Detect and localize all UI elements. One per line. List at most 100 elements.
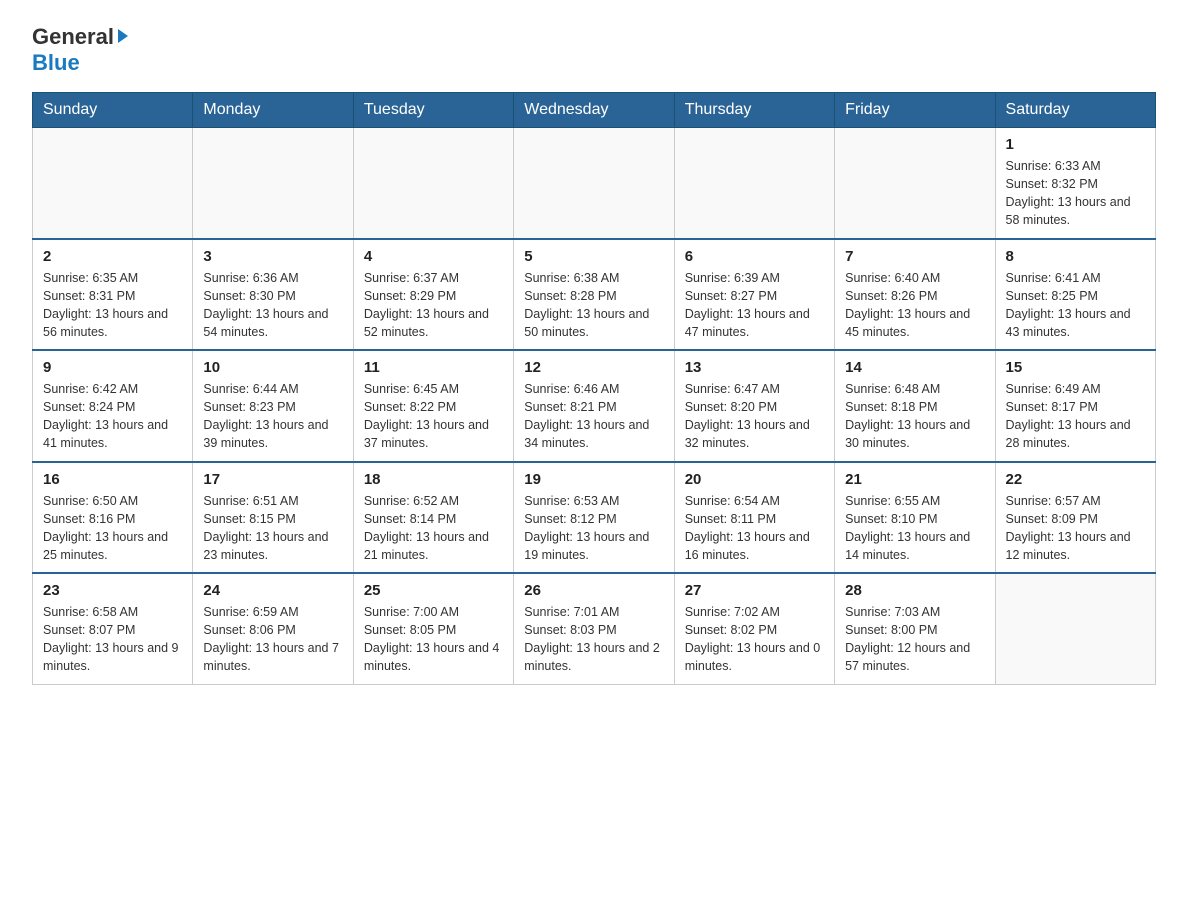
day-number: 7 xyxy=(845,248,984,265)
calendar-week-row: 1 Sunrise: 6:33 AMSunset: 8:32 PMDaylight… xyxy=(33,128,1156,239)
day-number: 26 xyxy=(524,582,663,599)
calendar-day-cell xyxy=(33,128,193,239)
day-info: Sunrise: 6:40 AMSunset: 8:26 PMDaylight:… xyxy=(845,269,984,342)
day-info: Sunrise: 6:59 AMSunset: 8:06 PMDaylight:… xyxy=(203,603,342,676)
calendar-day-cell: 25Sunrise: 7:00 AMSunset: 8:05 PMDayligh… xyxy=(353,573,513,684)
day-info: Sunrise: 6:57 AMSunset: 8:09 PMDaylight:… xyxy=(1006,492,1145,565)
logo-blue-text: Blue xyxy=(32,50,80,76)
calendar-day-cell: 26 Sunrise: 7:01 AMSunset: 8:03 PMDayligh… xyxy=(514,573,674,684)
day-info: Sunrise: 6:55 AMSunset: 8:10 PMDaylight:… xyxy=(845,492,984,565)
column-header-friday: Friday xyxy=(835,93,995,128)
calendar-day-cell: 10 Sunrise: 6:44 AMSunset: 8:23 PMDayligh… xyxy=(193,350,353,462)
calendar-day-cell: 19 Sunrise: 6:53 AMSunset: 8:12 PMDayligh… xyxy=(514,462,674,574)
day-info: Sunrise: 6:47 AMSunset: 8:20 PMDaylight:… xyxy=(685,380,824,453)
calendar-day-cell: 8 Sunrise: 6:41 AMSunset: 8:25 PMDaylight… xyxy=(995,239,1155,351)
day-info: Sunrise: 6:33 AMSunset: 8:32 PMDaylight:… xyxy=(1006,157,1145,230)
calendar-day-cell xyxy=(514,128,674,239)
day-info: Sunrise: 6:50 AMSunset: 8:16 PMDaylight:… xyxy=(43,492,182,565)
day-number: 3 xyxy=(203,248,342,265)
day-info: Sunrise: 6:42 AMSunset: 8:24 PMDaylight:… xyxy=(43,380,182,453)
calendar-day-cell: 24 Sunrise: 6:59 AMSunset: 8:06 PMDayligh… xyxy=(193,573,353,684)
column-header-wednesday: Wednesday xyxy=(514,93,674,128)
day-number: 19 xyxy=(524,471,663,488)
day-number: 23 xyxy=(43,582,182,599)
calendar-day-cell: 9Sunrise: 6:42 AMSunset: 8:24 PMDaylight… xyxy=(33,350,193,462)
calendar-day-cell xyxy=(353,128,513,239)
calendar-day-cell: 5 Sunrise: 6:38 AMSunset: 8:28 PMDaylight… xyxy=(514,239,674,351)
logo: General Blue xyxy=(32,24,128,76)
day-info: Sunrise: 7:03 AMSunset: 8:00 PMDaylight:… xyxy=(845,603,984,676)
day-info: Sunrise: 6:46 AMSunset: 8:21 PMDaylight:… xyxy=(524,380,663,453)
day-number: 18 xyxy=(364,471,503,488)
calendar-day-cell xyxy=(193,128,353,239)
day-number: 5 xyxy=(524,248,663,265)
day-info: Sunrise: 6:39 AMSunset: 8:27 PMDaylight:… xyxy=(685,269,824,342)
day-number: 11 xyxy=(364,359,503,376)
day-info: Sunrise: 6:38 AMSunset: 8:28 PMDaylight:… xyxy=(524,269,663,342)
day-info: Sunrise: 6:37 AMSunset: 8:29 PMDaylight:… xyxy=(364,269,503,342)
calendar-day-cell: 6 Sunrise: 6:39 AMSunset: 8:27 PMDaylight… xyxy=(674,239,834,351)
day-number: 24 xyxy=(203,582,342,599)
calendar-day-cell: 17 Sunrise: 6:51 AMSunset: 8:15 PMDayligh… xyxy=(193,462,353,574)
logo-general: General xyxy=(32,24,128,50)
day-info: Sunrise: 6:45 AMSunset: 8:22 PMDaylight:… xyxy=(364,380,503,453)
logo-arrow-icon xyxy=(118,29,128,43)
day-number: 15 xyxy=(1006,359,1145,376)
column-header-saturday: Saturday xyxy=(995,93,1155,128)
column-header-tuesday: Tuesday xyxy=(353,93,513,128)
day-number: 2 xyxy=(43,248,182,265)
calendar-day-cell: 23Sunrise: 6:58 AMSunset: 8:07 PMDayligh… xyxy=(33,573,193,684)
day-number: 16 xyxy=(43,471,182,488)
column-header-monday: Monday xyxy=(193,93,353,128)
day-number: 6 xyxy=(685,248,824,265)
calendar-day-cell xyxy=(995,573,1155,684)
day-number: 12 xyxy=(524,359,663,376)
calendar-day-cell: 18 Sunrise: 6:52 AMSunset: 8:14 PMDayligh… xyxy=(353,462,513,574)
day-number: 17 xyxy=(203,471,342,488)
calendar-day-cell xyxy=(674,128,834,239)
day-info: Sunrise: 7:02 AMSunset: 8:02 PMDaylight:… xyxy=(685,603,824,676)
day-info: Sunrise: 6:41 AMSunset: 8:25 PMDaylight:… xyxy=(1006,269,1145,342)
column-header-thursday: Thursday xyxy=(674,93,834,128)
day-info: Sunrise: 6:51 AMSunset: 8:15 PMDaylight:… xyxy=(203,492,342,565)
day-number: 21 xyxy=(845,471,984,488)
calendar-table: SundayMondayTuesdayWednesdayThursdayFrid… xyxy=(32,92,1156,685)
calendar-header-row: SundayMondayTuesdayWednesdayThursdayFrid… xyxy=(33,93,1156,128)
calendar-day-cell: 20 Sunrise: 6:54 AMSunset: 8:11 PMDayligh… xyxy=(674,462,834,574)
day-info: Sunrise: 7:01 AMSunset: 8:03 PMDaylight:… xyxy=(524,603,663,676)
day-number: 14 xyxy=(845,359,984,376)
day-info: Sunrise: 6:54 AMSunset: 8:11 PMDaylight:… xyxy=(685,492,824,565)
day-number: 13 xyxy=(685,359,824,376)
calendar-day-cell: 16 Sunrise: 6:50 AMSunset: 8:16 PMDayligh… xyxy=(33,462,193,574)
page-header: General Blue xyxy=(32,24,1156,76)
day-info: Sunrise: 7:00 AMSunset: 8:05 PMDaylight:… xyxy=(364,603,503,676)
day-info: Sunrise: 6:49 AMSunset: 8:17 PMDaylight:… xyxy=(1006,380,1145,453)
day-info: Sunrise: 6:52 AMSunset: 8:14 PMDaylight:… xyxy=(364,492,503,565)
day-number: 27 xyxy=(685,582,824,599)
day-number: 20 xyxy=(685,471,824,488)
day-info: Sunrise: 6:44 AMSunset: 8:23 PMDaylight:… xyxy=(203,380,342,453)
calendar-day-cell: 13 Sunrise: 6:47 AMSunset: 8:20 PMDayligh… xyxy=(674,350,834,462)
day-info: Sunrise: 6:53 AMSunset: 8:12 PMDaylight:… xyxy=(524,492,663,565)
calendar-day-cell: 22Sunrise: 6:57 AMSunset: 8:09 PMDayligh… xyxy=(995,462,1155,574)
column-header-sunday: Sunday xyxy=(33,93,193,128)
day-info: Sunrise: 6:48 AMSunset: 8:18 PMDaylight:… xyxy=(845,380,984,453)
calendar-day-cell: 27 Sunrise: 7:02 AMSunset: 8:02 PMDayligh… xyxy=(674,573,834,684)
calendar-day-cell xyxy=(835,128,995,239)
day-number: 4 xyxy=(364,248,503,265)
day-number: 10 xyxy=(203,359,342,376)
calendar-day-cell: 4 Sunrise: 6:37 AMSunset: 8:29 PMDaylight… xyxy=(353,239,513,351)
calendar-day-cell: 3Sunrise: 6:36 AMSunset: 8:30 PMDaylight… xyxy=(193,239,353,351)
calendar-day-cell: 7 Sunrise: 6:40 AMSunset: 8:26 PMDaylight… xyxy=(835,239,995,351)
calendar-week-row: 2 Sunrise: 6:35 AMSunset: 8:31 PMDaylight… xyxy=(33,239,1156,351)
day-number: 8 xyxy=(1006,248,1145,265)
calendar-day-cell: 1 Sunrise: 6:33 AMSunset: 8:32 PMDaylight… xyxy=(995,128,1155,239)
calendar-day-cell: 28 Sunrise: 7:03 AMSunset: 8:00 PMDayligh… xyxy=(835,573,995,684)
day-info: Sunrise: 6:35 AMSunset: 8:31 PMDaylight:… xyxy=(43,269,182,342)
calendar-week-row: 9Sunrise: 6:42 AMSunset: 8:24 PMDaylight… xyxy=(33,350,1156,462)
day-number: 28 xyxy=(845,582,984,599)
calendar-day-cell: 15 Sunrise: 6:49 AMSunset: 8:17 PMDayligh… xyxy=(995,350,1155,462)
calendar-day-cell: 11 Sunrise: 6:45 AMSunset: 8:22 PMDayligh… xyxy=(353,350,513,462)
day-number: 1 xyxy=(1006,136,1145,153)
calendar-day-cell: 14 Sunrise: 6:48 AMSunset: 8:18 PMDayligh… xyxy=(835,350,995,462)
